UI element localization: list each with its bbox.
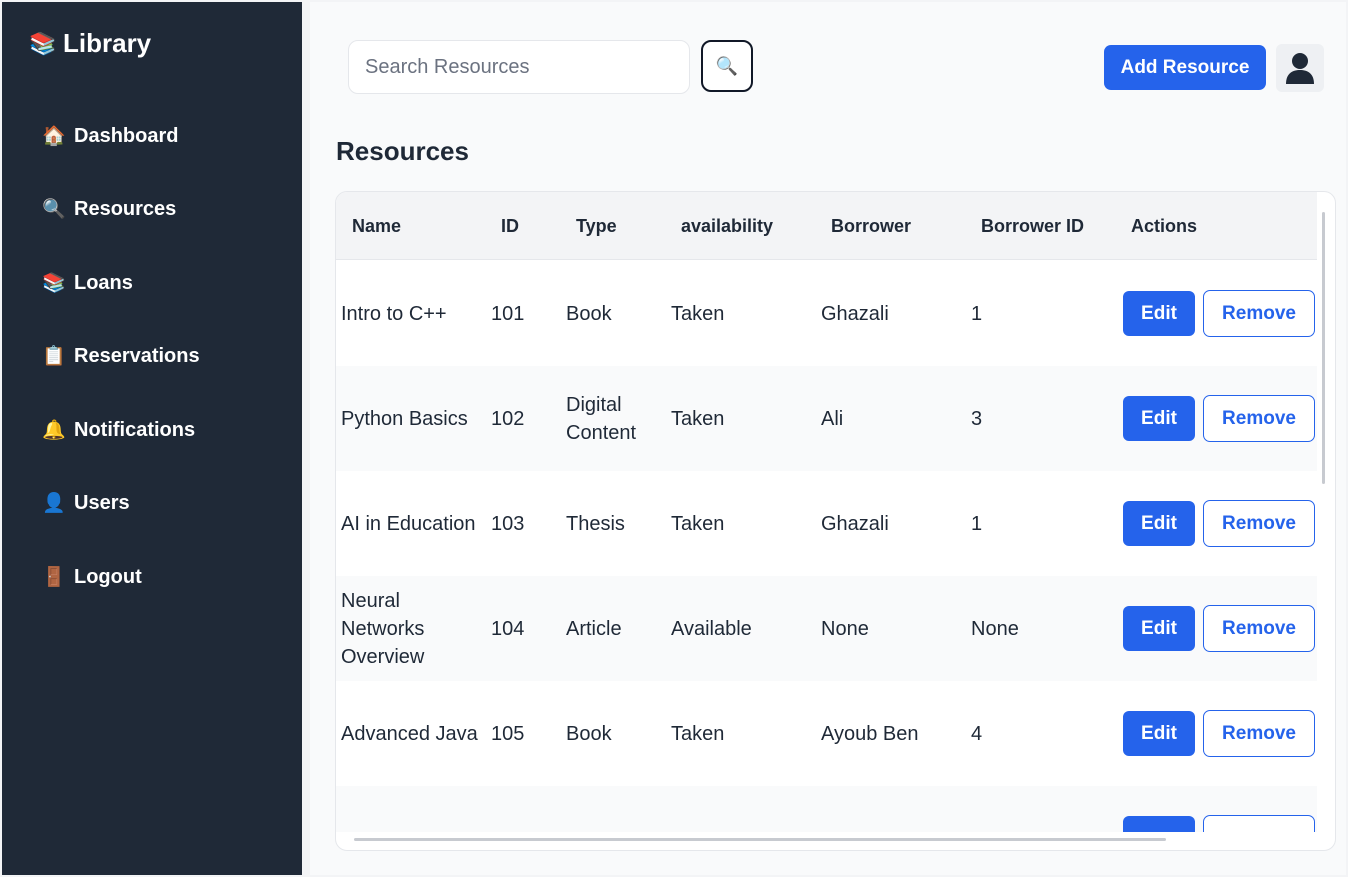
sidebar-item-reservations[interactable]: 📋 Reservations — [42, 338, 200, 374]
cell-type: Thesis — [566, 512, 625, 535]
table-row: Intro to C++ 101 Book Taken Ghazali 1 Ed… — [336, 261, 1317, 366]
cell-name: Intro to C++ — [341, 302, 447, 325]
search-button[interactable]: 🔍 — [701, 40, 753, 92]
cell-type: Article — [566, 617, 622, 640]
edit-button[interactable]: Edit — [1123, 291, 1195, 336]
brand: 📚 Library — [29, 28, 151, 59]
clipboard-icon: 📋 — [42, 346, 66, 367]
cell-borrower: Ali — [821, 407, 844, 430]
cell-borrower: Ghazali — [821, 512, 889, 535]
vertical-scrollbar[interactable] — [1322, 212, 1325, 484]
brand-title: Library — [63, 28, 152, 58]
sidebar-item-label: Reservations — [74, 344, 200, 367]
sidebar-item-label: Resources — [74, 197, 177, 220]
cell-borrower-id: 3 — [971, 407, 983, 430]
cell-availability: Taken — [671, 302, 725, 325]
cell-id: 105 — [491, 722, 525, 745]
sidebar-item-loans[interactable]: 📚 Loans — [42, 265, 133, 301]
table-row: Advanced Java 105 Book Taken Ayoub Ben 4… — [336, 681, 1317, 786]
cell-type: Book — [566, 722, 612, 745]
cell-id: 104 — [491, 617, 525, 640]
magnifier-icon: 🔍 — [42, 199, 66, 220]
books-icon: 📚 — [42, 273, 66, 294]
edit-button[interactable]: Edit — [1123, 606, 1195, 651]
cell-name: Advanced Java — [341, 722, 478, 745]
cell-borrower: Ghazali — [821, 302, 889, 325]
cell-name: Neural Networks Overview — [341, 589, 425, 668]
cell-type: Digital Content — [566, 393, 637, 444]
cell-borrower: Ayoub Ben — [821, 722, 919, 745]
remove-button[interactable]: Remove — [1203, 710, 1315, 757]
column-header-type: Type — [576, 216, 617, 236]
sidebar-item-label: Notifications — [74, 418, 196, 441]
remove-button[interactable]: Remove — [1203, 500, 1315, 547]
sidebar-item-label: Logout — [74, 565, 142, 588]
column-header-name: Name — [352, 216, 402, 236]
cell-borrower-id: None — [971, 617, 1019, 640]
sidebar-item-notifications[interactable]: 🔔 Notifications — [42, 412, 195, 448]
column-header-availability: availability — [681, 216, 774, 236]
sidebar-item-label: Loans — [74, 271, 133, 294]
house-icon: 🏠 — [42, 126, 66, 147]
edit-button[interactable]: Edit — [1123, 711, 1195, 756]
edit-button[interactable]: Edit — [1123, 396, 1195, 441]
column-header-id: ID — [501, 216, 519, 236]
add-resource-button[interactable]: Add Resource — [1104, 45, 1266, 90]
horizontal-scrollbar[interactable] — [354, 838, 1166, 841]
table-row — [336, 786, 1317, 832]
main-content: 🔍 Add Resource Resources Name ID Type av… — [310, 2, 1346, 875]
cell-type: Book — [566, 302, 612, 325]
cell-availability: Available — [671, 617, 752, 640]
page-title: Resources — [336, 136, 469, 166]
bell-icon: 🔔 — [42, 420, 66, 441]
table-row: Python Basics 102 Digital Content Taken … — [336, 366, 1317, 471]
column-header-borrower-id: Borrower ID — [981, 216, 1085, 236]
table-viewport: Name ID Type availability Borrower Borro… — [336, 192, 1317, 832]
cell-name — [341, 786, 486, 832]
edit-button[interactable] — [1123, 816, 1195, 832]
cell-name: AI in Education — [341, 512, 476, 535]
cell-availability: Taken — [671, 407, 725, 430]
door-icon: 🚪 — [42, 567, 66, 588]
cell-borrower-id: 4 — [971, 722, 983, 745]
cell-name: Python Basics — [341, 407, 468, 430]
resources-table: Name ID Type availability Borrower Borro… — [335, 191, 1336, 851]
remove-button[interactable]: Remove — [1203, 290, 1315, 337]
sidebar-item-users[interactable]: 👤 Users — [42, 485, 130, 521]
sidebar-item-dashboard[interactable]: 🏠 Dashboard — [42, 118, 178, 154]
sidebar-item-logout[interactable]: 🚪 Logout — [42, 559, 142, 595]
remove-button[interactable]: Remove — [1203, 395, 1315, 442]
cell-borrower: None — [821, 617, 869, 640]
cell-type — [566, 786, 666, 832]
books-icon: 📚 — [29, 30, 57, 56]
cell-availability: Taken — [671, 722, 725, 745]
column-header-actions: Actions — [1131, 216, 1198, 236]
edit-button[interactable]: Edit — [1123, 501, 1195, 546]
remove-button[interactable]: Remove — [1203, 605, 1315, 652]
table-header: Name ID Type availability Borrower Borro… — [336, 192, 1317, 260]
cell-borrower-id: 1 — [971, 302, 983, 325]
cell-borrower-id: 1 — [971, 512, 983, 535]
search-input[interactable] — [348, 40, 690, 94]
column-header-borrower: Borrower — [831, 216, 912, 236]
sidebar: 📚 Library 🏠 Dashboard 🔍 Resources 📚 Loan… — [2, 2, 302, 875]
cell-id: 101 — [491, 302, 525, 325]
table-row: Neural Networks Overview 104 Article Ava… — [336, 576, 1317, 681]
remove-button[interactable] — [1203, 815, 1315, 832]
avatar[interactable] — [1276, 44, 1324, 92]
cell-id: 103 — [491, 512, 525, 535]
cell-availability: Taken — [671, 512, 725, 535]
user-icon: 👤 — [42, 493, 66, 514]
sidebar-item-resources[interactable]: 🔍 Resources — [42, 191, 176, 227]
table-row: AI in Education 103 Thesis Taken Ghazali… — [336, 471, 1317, 576]
sidebar-item-label: Users — [74, 491, 130, 514]
user-avatar-icon — [1286, 53, 1314, 84]
sidebar-item-label: Dashboard — [74, 124, 179, 147]
cell-id: 102 — [491, 407, 525, 430]
magnifier-icon: 🔍 — [715, 55, 739, 76]
